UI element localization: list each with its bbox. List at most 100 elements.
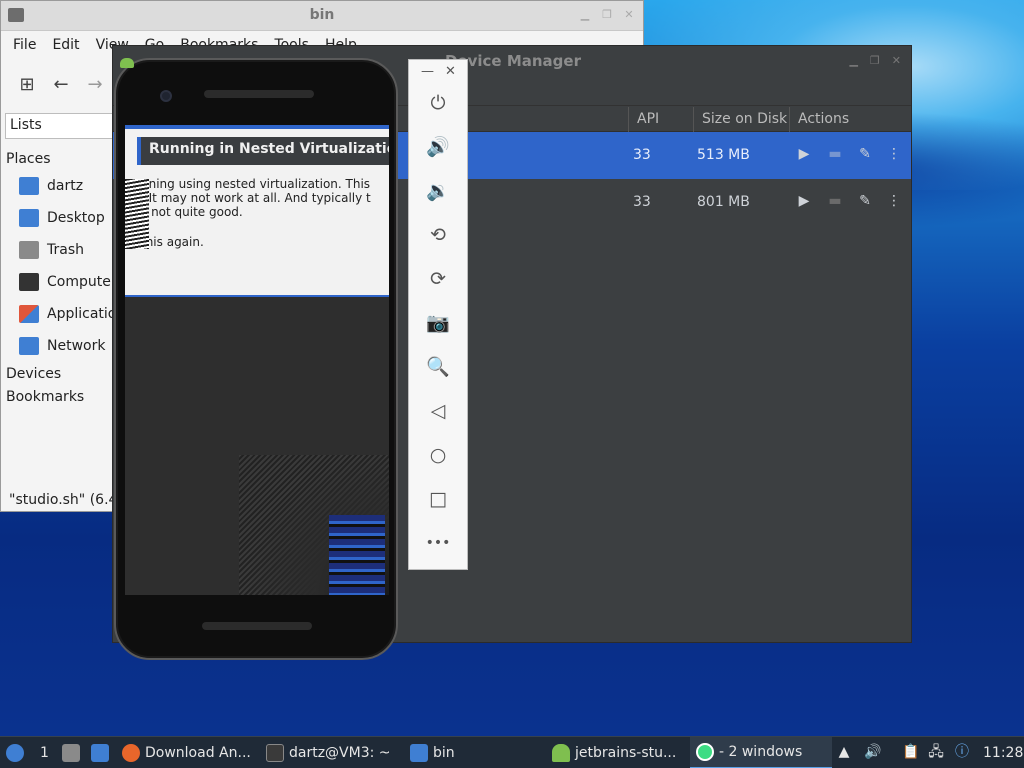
close-icon[interactable]: ✕ — [892, 54, 901, 67]
minimize-icon[interactable]: ▁ — [579, 9, 591, 21]
scroll-up-icon[interactable]: ▲ — [836, 744, 852, 760]
task-jetbrains[interactable]: jetbrains-stu... — [552, 737, 676, 768]
desktop-icon — [19, 209, 39, 227]
trash-icon — [19, 241, 39, 259]
dialog-line: s not quite good. — [141, 205, 243, 219]
dialog-body: nning using nested virtualization. This … — [141, 177, 389, 249]
volume-up-icon[interactable]: 🔊 — [425, 134, 451, 160]
quicklaunch-desktop[interactable] — [91, 737, 109, 768]
clock-time: 11:28 — [983, 745, 1024, 761]
file-manager-icon — [62, 744, 80, 762]
android-icon — [552, 744, 570, 762]
column-size-on-disk[interactable]: Size on Disk — [702, 111, 787, 127]
task-label: bin — [433, 745, 455, 761]
emulator-screen[interactable]: Running in Nested Virtualization nning u… — [125, 125, 389, 595]
android-icon — [120, 58, 134, 68]
close-icon[interactable]: ✕ — [623, 9, 635, 21]
place-label: Desktop — [47, 210, 105, 226]
folder-icon[interactable]: ▬ — [826, 192, 844, 210]
taskbar: 1 Download An... dartz@VM3: ~ bin jetbra… — [0, 736, 1024, 768]
network-tray-icon[interactable]: 🖧 — [928, 744, 944, 760]
bottom-speaker — [202, 622, 312, 630]
place-network[interactable]: Network — [19, 337, 105, 355]
nested-virtualization-dialog: Running in Nested Virtualization nning u… — [125, 125, 389, 297]
terminal-icon — [266, 744, 284, 762]
render-artifact — [125, 179, 149, 249]
home-icon[interactable]: ○ — [425, 442, 451, 468]
folder-icon — [410, 744, 428, 762]
task-label: - 2 windows — [719, 744, 803, 760]
workspace-switcher[interactable]: 1 — [40, 737, 49, 768]
clipboard-icon[interactable]: 📋 — [902, 744, 919, 760]
power-icon[interactable]: ⏻ — [425, 90, 451, 116]
place-desktop[interactable]: Desktop — [19, 209, 105, 227]
place-trash[interactable]: Trash — [19, 241, 84, 259]
play-icon[interactable]: ▶ — [795, 145, 813, 163]
minimize-icon[interactable]: — — [421, 64, 434, 79]
task-terminal[interactable]: dartz@VM3: ~ — [266, 737, 391, 768]
menu-edit[interactable]: Edit — [44, 37, 87, 53]
devices-header[interactable]: Devices — [6, 366, 61, 382]
maximize-icon[interactable]: ❐ — [870, 54, 880, 67]
column-separator — [693, 107, 694, 132]
task-android-studio-group[interactable]: - 2 windows — [690, 737, 832, 768]
clock[interactable]: 11:28 — [983, 737, 1023, 768]
new-tab-icon[interactable]: ⊞ — [17, 75, 37, 95]
home-folder-icon — [19, 177, 39, 195]
rotate-right-icon[interactable]: ⟳ — [425, 266, 451, 292]
task-label: dartz@VM3: ~ — [289, 745, 391, 761]
task-label: jetbrains-stu... — [575, 745, 677, 761]
close-icon[interactable]: ✕ — [445, 64, 456, 79]
back-icon[interactable]: ◁ — [425, 398, 451, 424]
task-file-manager[interactable]: bin — [410, 737, 455, 768]
maximize-icon[interactable]: ❐ — [601, 9, 613, 21]
camera-icon[interactable]: 📷 — [425, 310, 451, 336]
overview-icon[interactable]: □ — [425, 486, 451, 512]
folder-icon[interactable]: ▬ — [826, 145, 844, 163]
side-pane-mode-select[interactable]: Lists — [5, 113, 125, 139]
volume-down-icon[interactable]: 🔉 — [425, 178, 451, 204]
edit-pencil-icon[interactable]: ✎ — [856, 192, 874, 210]
file-manager-titlebar[interactable]: bin ▁ ❐ ✕ — [1, 1, 643, 31]
play-icon[interactable]: ▶ — [795, 192, 813, 210]
rotate-left-icon[interactable]: ⟲ — [425, 222, 451, 248]
device-api: 33 — [633, 194, 651, 210]
places-header: Places — [6, 151, 51, 167]
place-label: dartz — [47, 178, 84, 194]
earpiece-speaker — [204, 90, 314, 98]
more-vertical-icon[interactable]: ⋮ — [885, 192, 903, 210]
column-separator — [789, 107, 790, 132]
place-computer[interactable]: Computer — [19, 273, 117, 291]
bookmarks-header[interactable]: Bookmarks — [6, 389, 84, 405]
place-dartz[interactable]: dartz — [19, 177, 83, 195]
quicklaunch-file-manager[interactable] — [62, 737, 80, 768]
android-studio-icon — [696, 743, 714, 761]
volume-icon[interactable]: 🔊 — [864, 744, 881, 760]
emulator-device-frame: Running in Nested Virtualization nning u… — [114, 58, 398, 660]
more-vertical-icon[interactable]: ⋮ — [885, 145, 903, 163]
place-label: Computer — [47, 274, 117, 290]
column-actions[interactable]: Actions — [798, 111, 849, 127]
firefox-icon — [122, 744, 140, 762]
file-manager-title: bin — [309, 7, 335, 23]
emulator-toolbar: — ✕ ⏻ 🔊 🔉 ⟲ ⟳ 📷 🔍 ◁ ○ □ ••• — [408, 59, 468, 570]
menu-file[interactable]: File — [5, 37, 44, 53]
dialog-title: Running in Nested Virtualization — [137, 137, 389, 165]
place-label: Network — [47, 338, 106, 354]
task-firefox[interactable]: Download An... — [122, 737, 251, 768]
update-notifier-icon[interactable]: ⓘ — [954, 744, 970, 760]
forward-arrow-icon[interactable]: → — [85, 75, 105, 95]
more-icon[interactable]: ••• — [425, 530, 451, 556]
applications-icon — [19, 305, 39, 323]
minimize-icon[interactable]: ▁ — [849, 54, 857, 67]
back-arrow-icon[interactable]: ← — [51, 75, 71, 95]
column-api[interactable]: API — [637, 111, 659, 127]
show-desktop-icon — [91, 744, 109, 762]
start-menu-button[interactable] — [6, 737, 24, 768]
device-size: 513 MB — [697, 147, 750, 163]
zoom-icon[interactable]: 🔍 — [425, 354, 451, 380]
edit-pencil-icon[interactable]: ✎ — [856, 145, 874, 163]
task-label: Download An... — [145, 745, 251, 761]
device-size: 801 MB — [697, 194, 750, 210]
dialog-line: . It may not work at all. And typically … — [141, 191, 371, 205]
